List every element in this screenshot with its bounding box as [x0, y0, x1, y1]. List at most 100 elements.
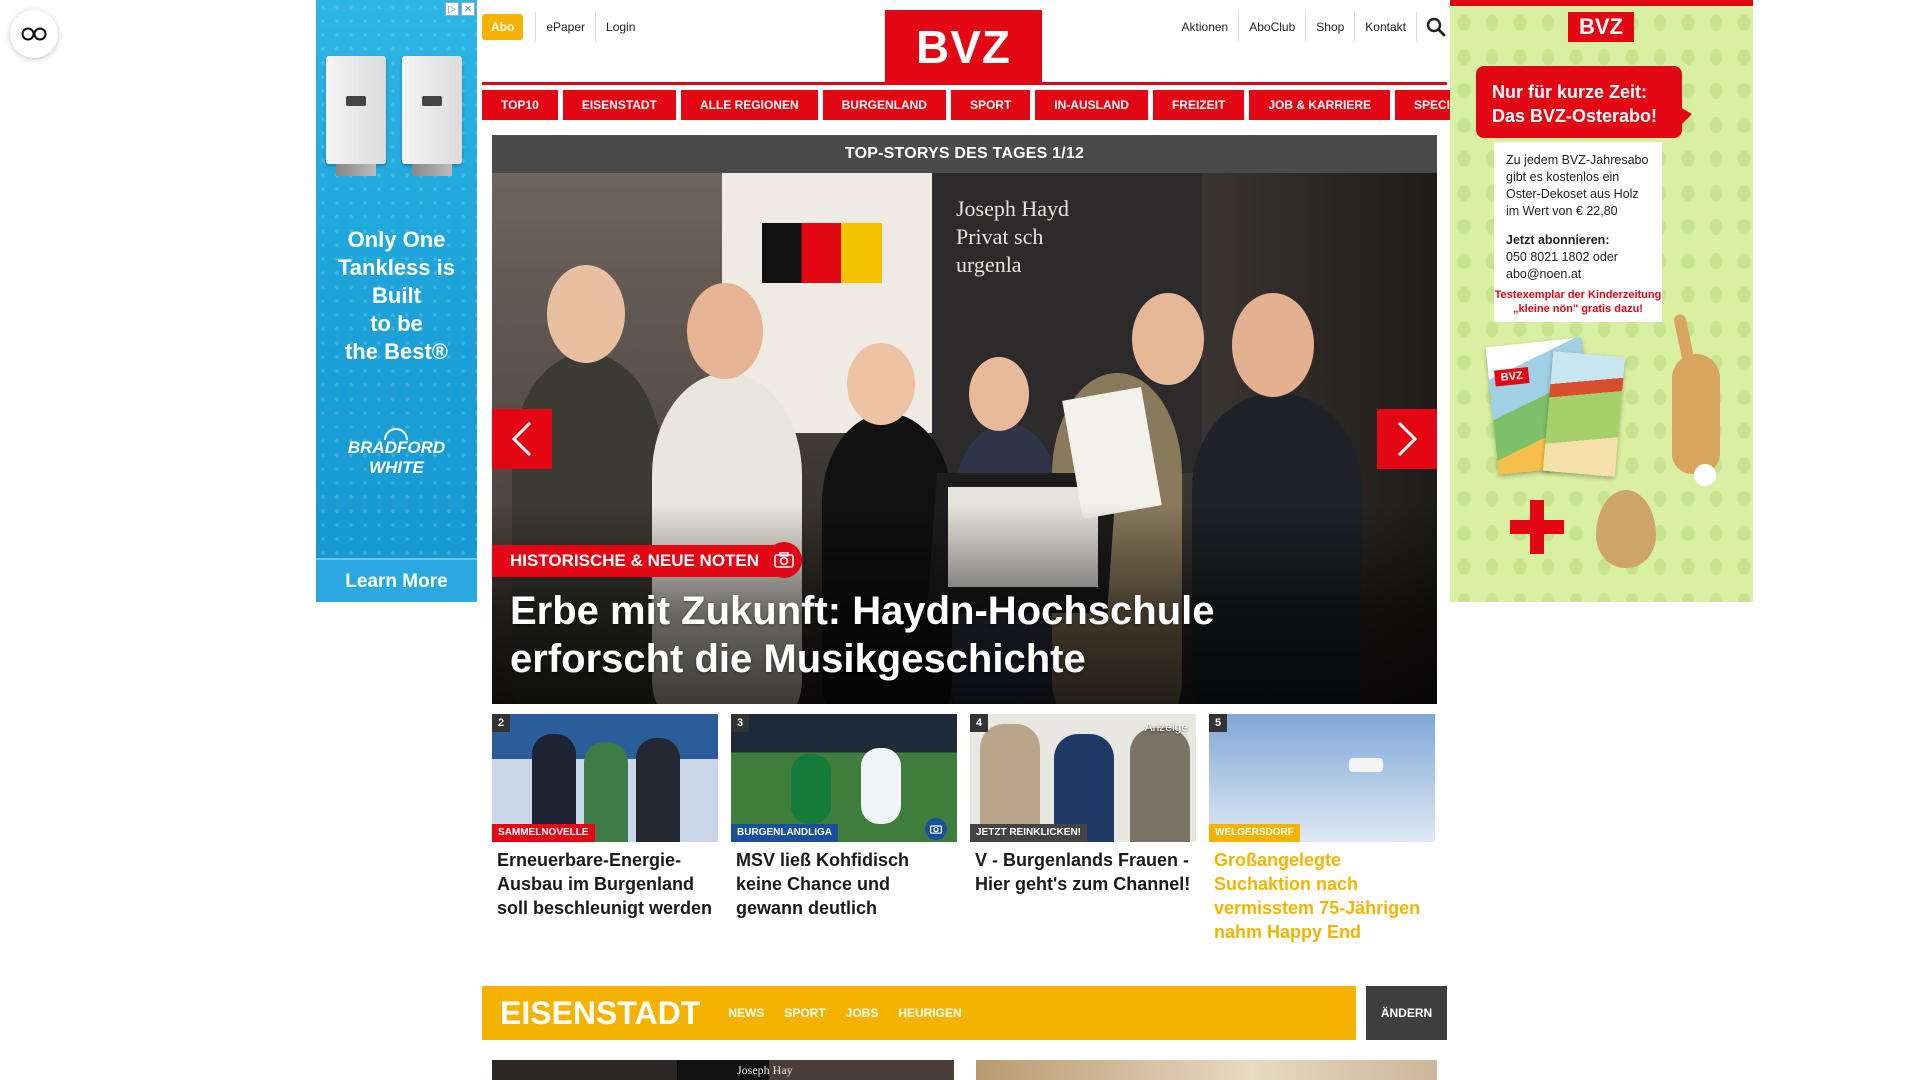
magazine-image	[1542, 351, 1626, 477]
gallery-badge[interactable]	[766, 542, 802, 578]
poster-graphic	[762, 223, 882, 283]
preview-text: Joseph Hay	[737, 1063, 793, 1077]
teaser-image[interactable]: 4 Anzeige JETZT REINKLICKEN!	[970, 714, 1196, 842]
story-teasers: 2 SAMMELNOVELLE Erneuerbare-Energie-Ausb…	[492, 714, 1437, 944]
region-preview-image[interactable]	[976, 1060, 1437, 1080]
right-banner-ad[interactable]: BVZ Nur für kurze Zeit: Das BVZ-Osterabo…	[1450, 0, 1753, 602]
ad-headline: Only One Tankless is Built to be the Bes…	[338, 227, 455, 364]
teaser-tag[interactable]: JETZT REINKLICKEN!	[970, 824, 1087, 842]
teaser-number: 4	[970, 714, 988, 732]
camera-icon	[930, 825, 942, 834]
drone-image	[1349, 758, 1383, 772]
gallery-badge[interactable]	[925, 818, 947, 840]
region-link-heurigen[interactable]: HEURIGEN	[888, 1006, 971, 1020]
hero-story[interactable]: Joseph Hayd Privat sch urgenla HISTORISC…	[492, 173, 1437, 704]
person-head	[1132, 293, 1204, 385]
login-link[interactable]: Login	[595, 12, 645, 42]
nav-in-ausland[interactable]: IN-AUSLAND	[1035, 90, 1148, 120]
banner-text: Joseph Hayd Privat sch urgenla	[956, 196, 1070, 277]
kontakt-link[interactable]: Kontakt	[1354, 12, 1416, 42]
region-link-jobs[interactable]: JOBS	[836, 1006, 889, 1020]
slider-next-button[interactable]	[1377, 409, 1437, 469]
chevron-right-icon	[1397, 421, 1418, 457]
site-logo[interactable]: BVZ	[885, 10, 1042, 84]
teaser-title[interactable]: Erneuerbare-Energie-Ausbau im Burgenland…	[492, 848, 718, 920]
hero-kicker[interactable]: HISTORISCHE & NEUE NOTEN	[492, 545, 778, 577]
change-region-button[interactable]: ÄNDERN	[1366, 986, 1447, 1040]
region-link-news[interactable]: NEWS	[718, 1006, 774, 1020]
person-head	[847, 343, 915, 425]
person-head	[969, 357, 1029, 431]
bunny-image	[1672, 354, 1720, 486]
ad-offer-text: Zu jedem BVZ-Jahresabo gibt es kostenlos…	[1506, 153, 1649, 218]
photo-figure	[791, 754, 831, 824]
teaser-card[interactable]: 5 WELGERSDORF Großangelegte Suchaktion n…	[1209, 714, 1435, 944]
teaser-image[interactable]: 3 BURGENLANDLIGA	[731, 714, 957, 842]
teaser-tag[interactable]: WELGERSDORF	[1209, 824, 1300, 842]
photo-figure	[1130, 728, 1190, 842]
adchoices-icon[interactable]: ▷	[445, 2, 459, 16]
top-utility-right: Aktionen AboClub Shop Kontakt	[1172, 12, 1446, 42]
top-stories-heading: TOP-STORYS DES TAGES 1/12	[492, 135, 1437, 173]
ad-cta-heading: Jetzt abonnieren:	[1506, 233, 1610, 247]
nav-alle-regionen[interactable]: ALLE REGIONEN	[680, 90, 818, 120]
search-icon	[1426, 17, 1446, 37]
photo-figure	[636, 738, 680, 842]
teaser-image[interactable]: 2 SAMMELNOVELLE	[492, 714, 718, 842]
ad-contact: 050 8021 1802 oder abo@noen.at	[1506, 250, 1618, 281]
heater-image	[326, 56, 386, 176]
aktionen-link[interactable]: Aktionen	[1172, 12, 1239, 42]
ad-promo: Testexemplar der Kinderzeitung „kleine n…	[1494, 284, 1662, 322]
accessibility-toggle[interactable]	[10, 10, 58, 58]
heater-image	[402, 56, 462, 176]
teaser-tag[interactable]: SAMMELNOVELLE	[492, 824, 595, 842]
region-link-sport[interactable]: SPORT	[774, 1006, 835, 1020]
teaser-card[interactable]: 3 BURGENLANDLIGA MSV ließ Kohfidisch kei…	[731, 714, 957, 944]
left-banner-ad[interactable]: ▷ ✕ Only One Tankless is Built to be the…	[316, 0, 477, 602]
ad-logo: BVZ	[1568, 12, 1634, 42]
person-head	[547, 265, 625, 363]
ad-brand: BRADFORD WHITE	[347, 438, 446, 477]
camera-icon	[774, 552, 794, 568]
teaser-title[interactable]: Großangelegte Suchaktion nach vermisstem…	[1209, 848, 1435, 944]
abo-button[interactable]: Abo	[482, 14, 524, 40]
region-preview-image[interactable]: Joseph Hay	[492, 1060, 954, 1080]
aboclub-link[interactable]: AboClub	[1238, 12, 1305, 42]
ad-label: Anzeige	[1144, 720, 1188, 734]
search-button[interactable]	[1416, 12, 1446, 42]
learn-more-button[interactable]: Learn More	[316, 558, 477, 602]
magazine-logo: BVZ	[1494, 367, 1530, 387]
slider-prev-button[interactable]	[492, 409, 552, 469]
region-bar: EISENSTADT NEWS SPORT JOBS HEURIGEN	[482, 986, 1356, 1040]
teaser-card[interactable]: 4 Anzeige JETZT REINKLICKEN! V - Burgenl…	[970, 714, 1196, 944]
shop-link[interactable]: Shop	[1305, 12, 1354, 42]
teaser-number: 5	[1209, 714, 1227, 732]
top-utility-left: Abo ePaper Login	[482, 12, 645, 42]
teaser-title[interactable]: MSV ließ Kohfidisch keine Chance und gew…	[731, 848, 957, 920]
chevron-left-icon	[511, 421, 532, 457]
person-head	[1232, 293, 1314, 397]
main-navigation: TOP10 EISENSTADT ALLE REGIONEN BURGENLAN…	[482, 90, 1494, 120]
teaser-title[interactable]: V - Burgenlands Frauen - Hier geht's zum…	[970, 848, 1196, 896]
nav-eisenstadt[interactable]: EISENSTADT	[562, 90, 676, 120]
nav-freizeit[interactable]: FREIZEIT	[1152, 90, 1245, 120]
nav-job-karriere[interactable]: JOB & KARRIERE	[1249, 90, 1390, 120]
close-ad-icon[interactable]: ✕	[461, 2, 475, 16]
glasses-icon	[21, 27, 47, 41]
teaser-card[interactable]: 2 SAMMELNOVELLE Erneuerbare-Energie-Ausb…	[492, 714, 718, 944]
photo-figure	[861, 748, 901, 824]
person-head	[687, 283, 763, 379]
nav-top10[interactable]: TOP10	[482, 90, 558, 120]
teaser-tag[interactable]: BURGENLANDLIGA	[731, 824, 838, 842]
nav-burgenland[interactable]: BURGENLAND	[822, 90, 946, 120]
nav-sport[interactable]: SPORT	[950, 90, 1031, 120]
header-divider	[482, 82, 1447, 85]
epaper-link[interactable]: ePaper	[535, 12, 595, 42]
teaser-number: 3	[731, 714, 749, 732]
ad-headline: Nur für kurze Zeit: Das BVZ-Osterabo!	[1476, 66, 1692, 138]
plus-icon	[1510, 500, 1564, 554]
teaser-image[interactable]: 5 WELGERSDORF	[1209, 714, 1435, 842]
hero-title[interactable]: Erbe mit Zukunft: Haydn-Hochschule erfor…	[510, 587, 1390, 683]
region-name[interactable]: EISENSTADT	[482, 986, 718, 1040]
adchoices[interactable]: ▷ ✕	[445, 2, 475, 16]
